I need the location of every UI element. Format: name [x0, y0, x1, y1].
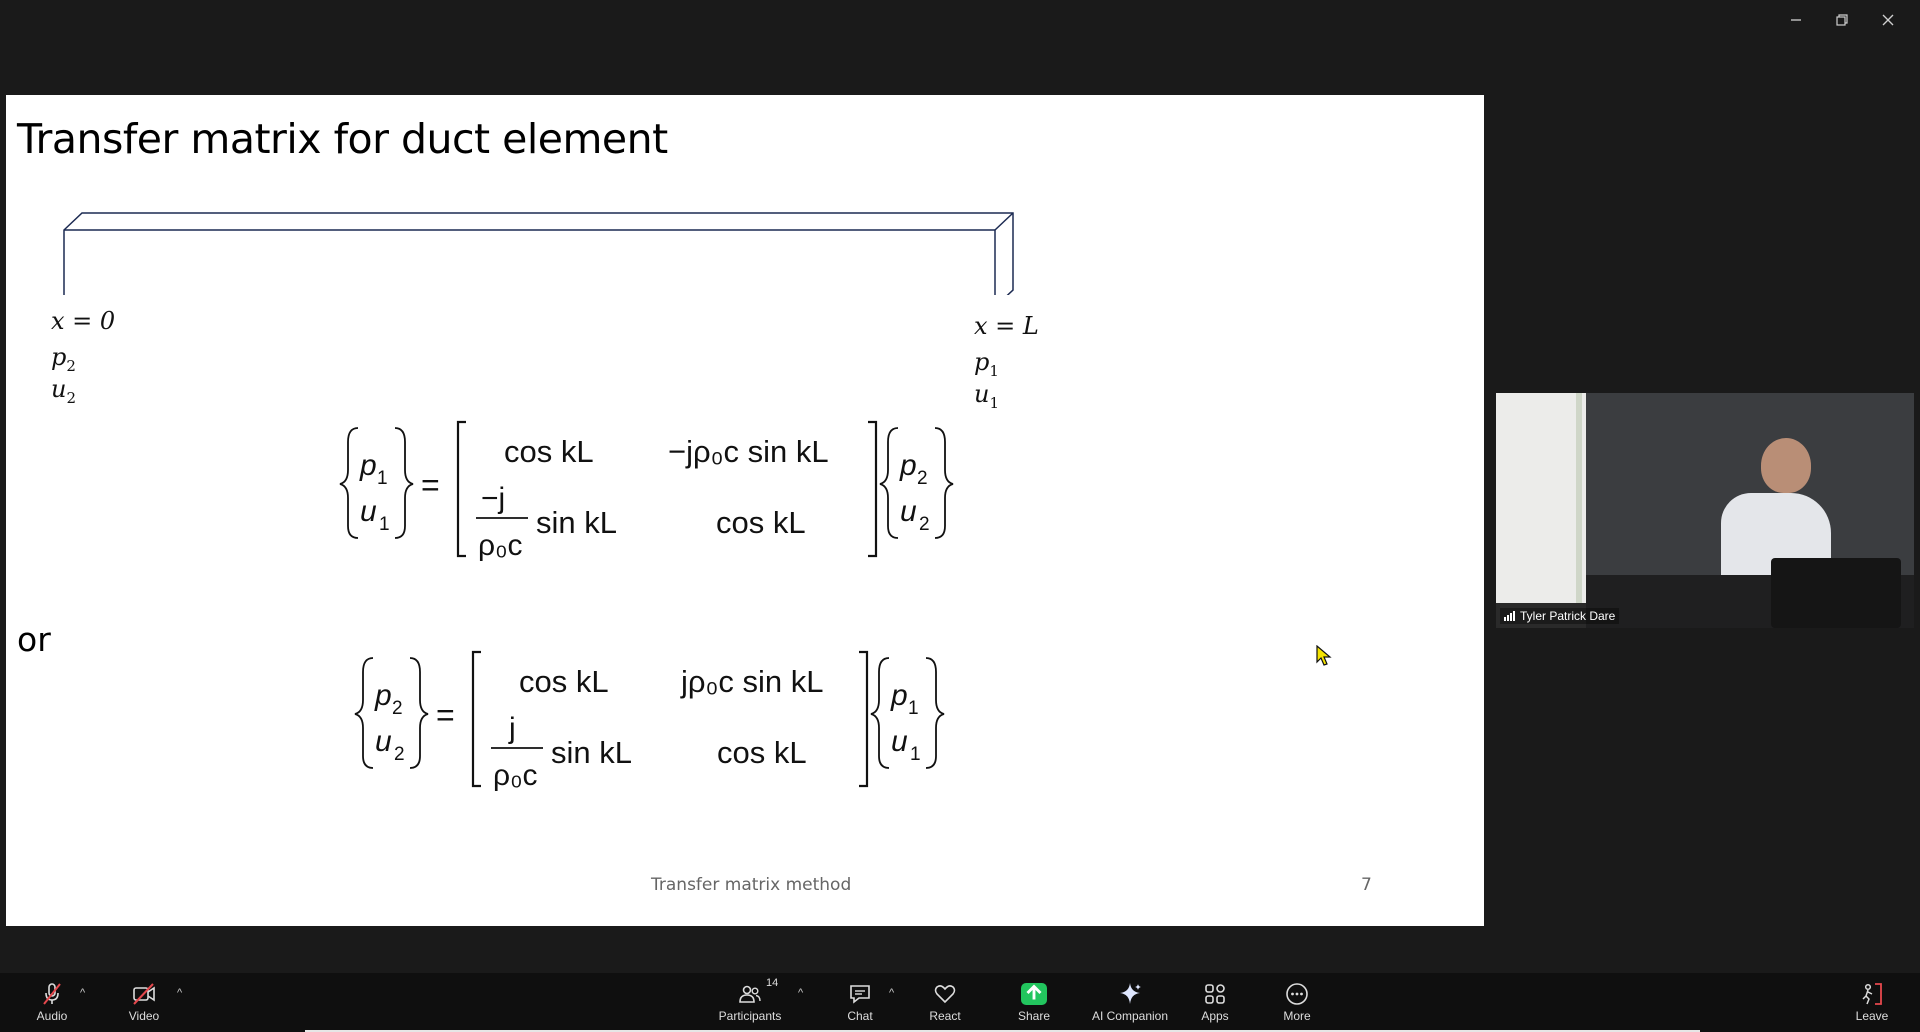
eq1-rhs-u: u: [900, 495, 917, 528]
label-p2: p2: [51, 343, 76, 375]
eq2-rhs-u: u: [891, 725, 908, 758]
transfer-equation-2: p 2 u 2 = cos kL jρ₀c sin kL j ρ₀c sin k…: [354, 650, 945, 792]
eq1-m21-den: ρ₀c: [478, 529, 523, 562]
eq2-m12: jρ₀c sin kL: [680, 664, 823, 699]
leave-button[interactable]: Leave: [1832, 981, 1912, 1023]
or-label: or: [17, 620, 51, 659]
eq1-lhs-p: p: [359, 449, 377, 482]
participant-video-tile[interactable]: Tyler Patrick Dare: [1496, 393, 1914, 628]
eq2-m21-den: ρ₀c: [493, 759, 538, 792]
chat-options-caret[interactable]: ^: [889, 987, 894, 999]
eq1-m11: cos kL: [504, 434, 594, 469]
eq2-m22: cos kL: [717, 735, 807, 770]
monitor: [1771, 558, 1901, 628]
minimize-icon: [1791, 19, 1801, 21]
chat-icon: [850, 985, 870, 1004]
eq2-lhs-p: p: [374, 679, 392, 712]
heart-icon: [934, 985, 956, 1004]
restore-icon: [1836, 14, 1848, 26]
apps-button[interactable]: Apps: [1175, 981, 1255, 1023]
participants-icon: [739, 985, 761, 1003]
participants-count: 14: [766, 977, 779, 989]
apps-icon: [1205, 984, 1225, 1004]
muted-microphone-icon: [43, 983, 61, 1005]
label-x-L: x = L: [974, 312, 1039, 340]
eq1-rhs-p: p: [899, 449, 917, 482]
share-screen-icon: [1021, 983, 1047, 1005]
participant-head: [1761, 438, 1811, 493]
close-button[interactable]: [1868, 8, 1908, 32]
close-icon: [1882, 14, 1894, 26]
chat-button[interactable]: Chat: [820, 981, 900, 1023]
eq1-m22: cos kL: [716, 505, 806, 540]
audio-options-caret[interactable]: ^: [80, 987, 85, 999]
label-x-zero: x = 0: [51, 307, 116, 335]
slide-page-number: 7: [1361, 875, 1372, 895]
eq1-rhs-u-sub: 2: [919, 514, 930, 535]
sparkle-icon: [1120, 983, 1141, 1004]
label-u1: u1: [974, 380, 1000, 412]
transfer-equation-1: p 1 u 1 = cos kL −jρ₀c sin kL −j ρ₀c sin…: [339, 420, 954, 562]
eq1-m21-num: −j: [481, 482, 505, 515]
restore-button[interactable]: [1822, 8, 1862, 32]
video-button[interactable]: Video: [104, 981, 184, 1023]
participant-name: Tyler Patrick Dare: [1520, 609, 1616, 623]
eq1-lhs-p-sub: 1: [377, 468, 388, 489]
svg-text:=: =: [436, 697, 455, 733]
ai-companion-button[interactable]: AI Companion: [1090, 981, 1170, 1023]
label-u2: u2: [51, 375, 77, 407]
eq1-rhs-p-sub: 2: [917, 468, 928, 489]
share-button[interactable]: Share: [994, 981, 1074, 1023]
eq1-lhs-u-sub: 1: [379, 514, 390, 535]
window-controls: [1776, 8, 1908, 32]
participants-options-caret[interactable]: ^: [798, 987, 803, 999]
eq2-m11: cos kL: [519, 664, 609, 699]
minimize-button[interactable]: [1776, 8, 1816, 32]
participant-name-tag: Tyler Patrick Dare: [1500, 608, 1620, 624]
more-button[interactable]: More: [1257, 981, 1337, 1023]
duct-diagram: [63, 212, 1014, 295]
eq2-lhs-p-sub: 2: [392, 698, 403, 719]
svg-text:=: =: [421, 467, 440, 503]
leave-icon: [1862, 983, 1882, 1005]
eq2-rhs-p: p: [890, 679, 908, 712]
meeting-toolbar: Audio ^ Video ^ Participants 14 ^ Chat ^: [0, 973, 1920, 1032]
slide-footer: Transfer matrix method: [651, 875, 852, 895]
shared-slide: Transfer matrix for duct element x = 0 p…: [6, 95, 1484, 926]
eq2-m21-tail: sin kL: [551, 735, 632, 770]
signal-strength-icon: [1504, 611, 1515, 621]
more-icon: [1286, 983, 1308, 1005]
eq1-lhs-u: u: [360, 495, 377, 528]
video-off-icon: [133, 983, 155, 1005]
eq1-m21-tail: sin kL: [536, 505, 617, 540]
label-p1: p1: [974, 348, 999, 380]
eq2-lhs-u-sub: 2: [394, 744, 405, 765]
video-options-caret[interactable]: ^: [177, 987, 182, 999]
eq2-m21-num: j: [508, 712, 516, 745]
eq2-lhs-u: u: [375, 725, 392, 758]
eq1-m12: −jρ₀c sin kL: [668, 434, 829, 469]
mouse-cursor-icon: [1316, 645, 1332, 666]
eq2-rhs-p-sub: 1: [908, 698, 919, 719]
react-button[interactable]: React: [905, 981, 985, 1023]
eq2-rhs-u-sub: 1: [910, 744, 921, 765]
